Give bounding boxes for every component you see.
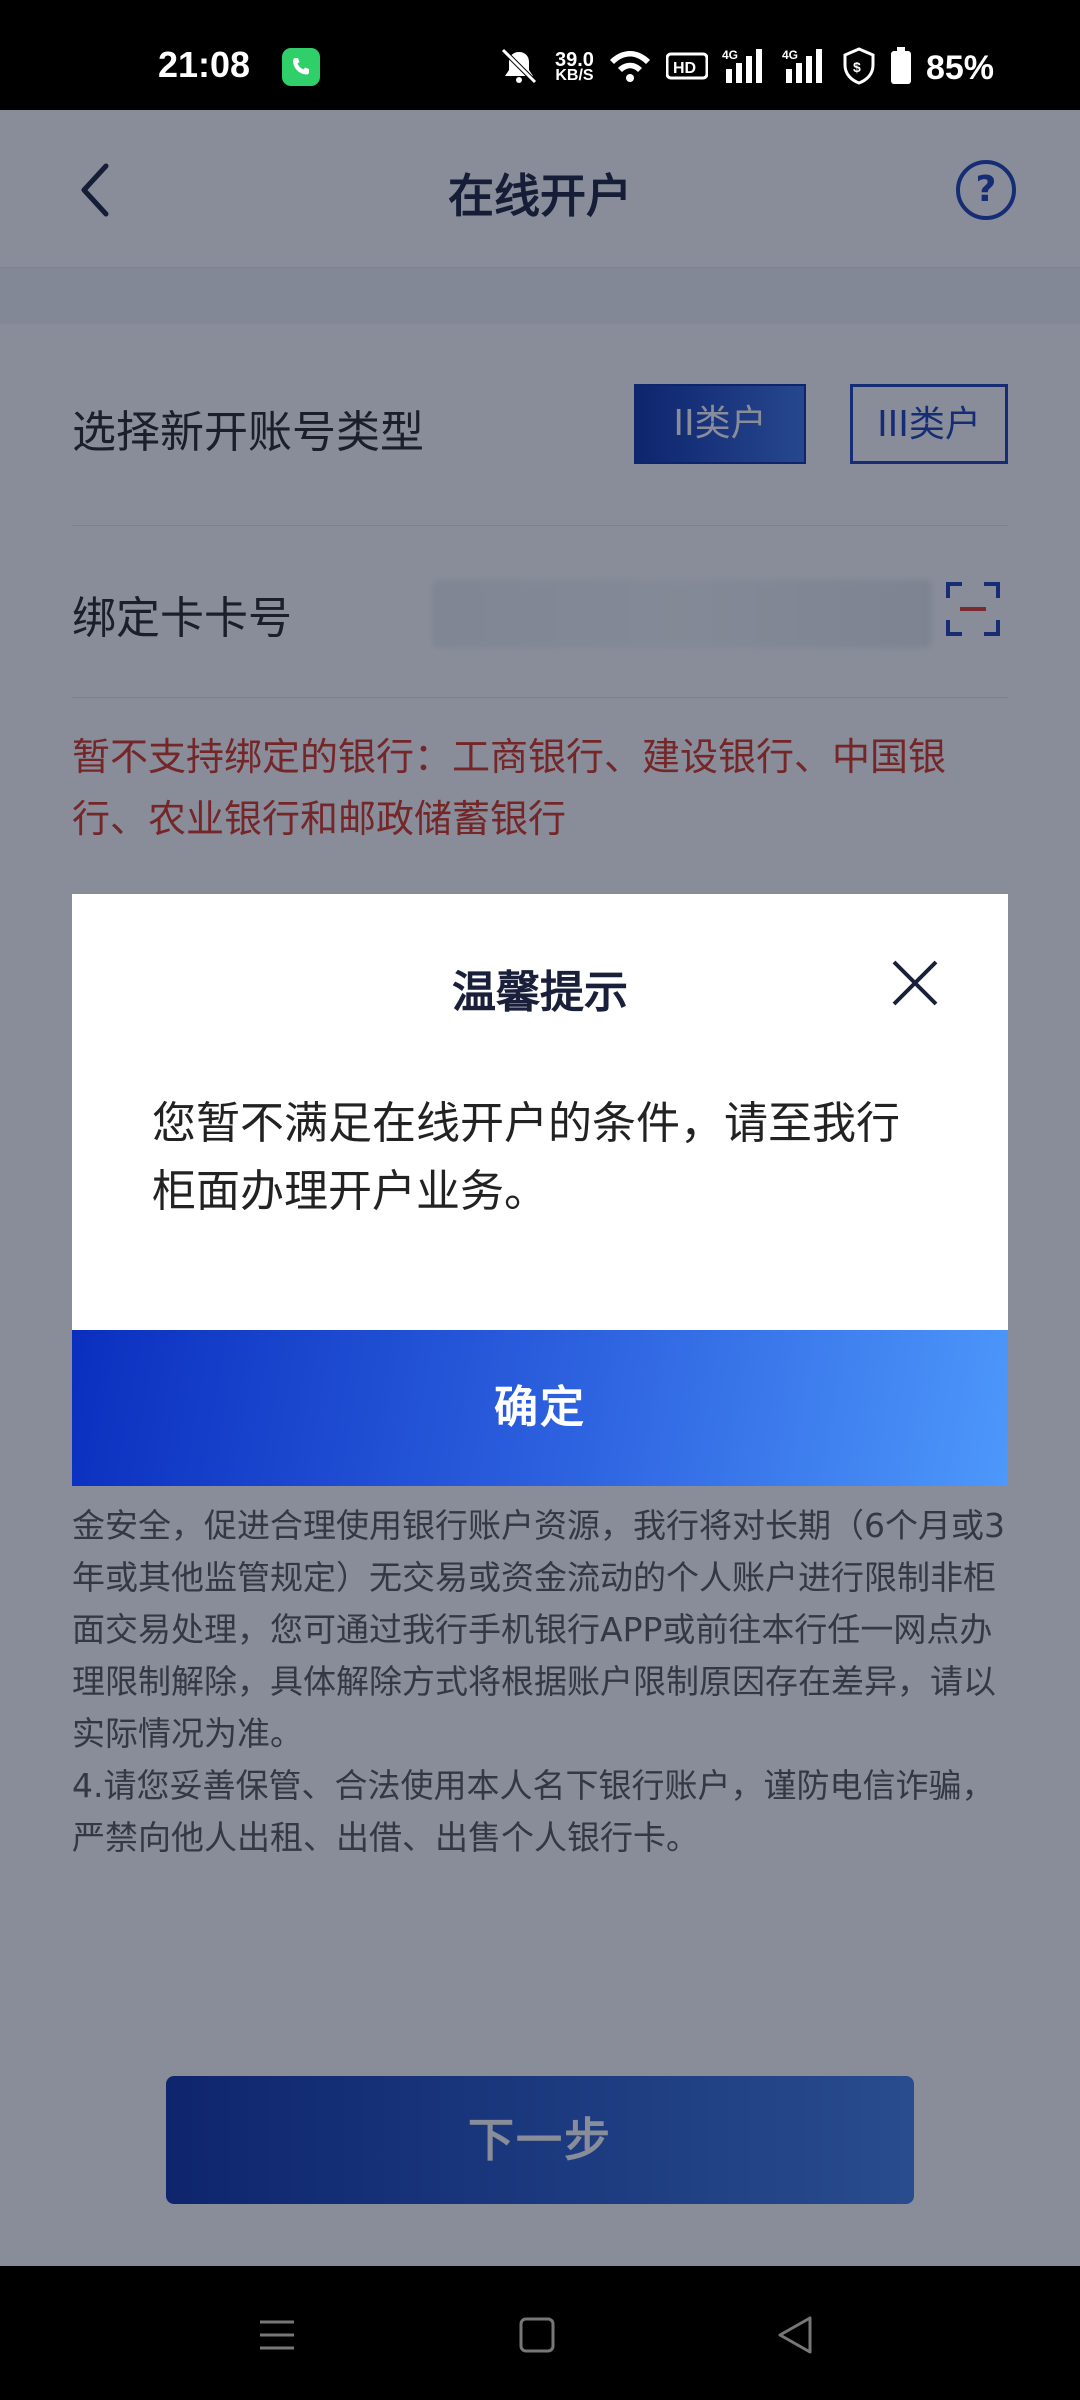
status-time: 21:08 — [158, 44, 251, 85]
app-screen: 在线开户 ? 选择新开账号类型 II类户 III类户 绑定卡卡号 暂不支持绑定的… — [0, 110, 1080, 2266]
menu-icon[interactable] — [252, 2310, 302, 2360]
battery-percent: 85% — [925, 48, 994, 87]
notice-dialog: 温馨提示 您暂不满足在线开户的条件，请至我行柜面办理开户业务。 确定 — [72, 894, 1008, 1486]
svg-text:HD: HD — [673, 60, 696, 77]
status-bar: 21:08 39.0 KB/S HD 4G 4G $ 85% — [0, 0, 1080, 110]
close-icon[interactable] — [890, 958, 940, 1008]
signal-4g-icon: 4G — [782, 47, 828, 89]
net-speed: 39.0 KB/S — [555, 49, 594, 84]
svg-text:$: $ — [853, 59, 861, 75]
wifi-icon — [608, 48, 652, 88]
svg-text:4G: 4G — [782, 48, 798, 62]
confirm-button[interactable]: 确定 — [72, 1330, 1008, 1486]
hd-icon: HD — [665, 51, 709, 85]
status-icons: 39.0 KB/S HD 4G 4G $ 85% — [497, 46, 994, 90]
back-triangle-icon[interactable] — [770, 2310, 820, 2360]
battery-icon — [890, 47, 912, 89]
svg-text:4G: 4G — [722, 48, 738, 62]
signal-4g-icon: 4G — [722, 47, 768, 89]
call-icon — [282, 48, 320, 86]
home-square-icon[interactable] — [512, 2310, 562, 2360]
dialog-message: 您暂不满足在线开户的条件，请至我行柜面办理开户业务。 — [152, 1098, 900, 1217]
system-nav-bar — [0, 2266, 1080, 2400]
mute-icon — [497, 46, 541, 90]
security-icon: $ — [842, 47, 876, 89]
dialog-title: 温馨提示 — [452, 967, 628, 1018]
